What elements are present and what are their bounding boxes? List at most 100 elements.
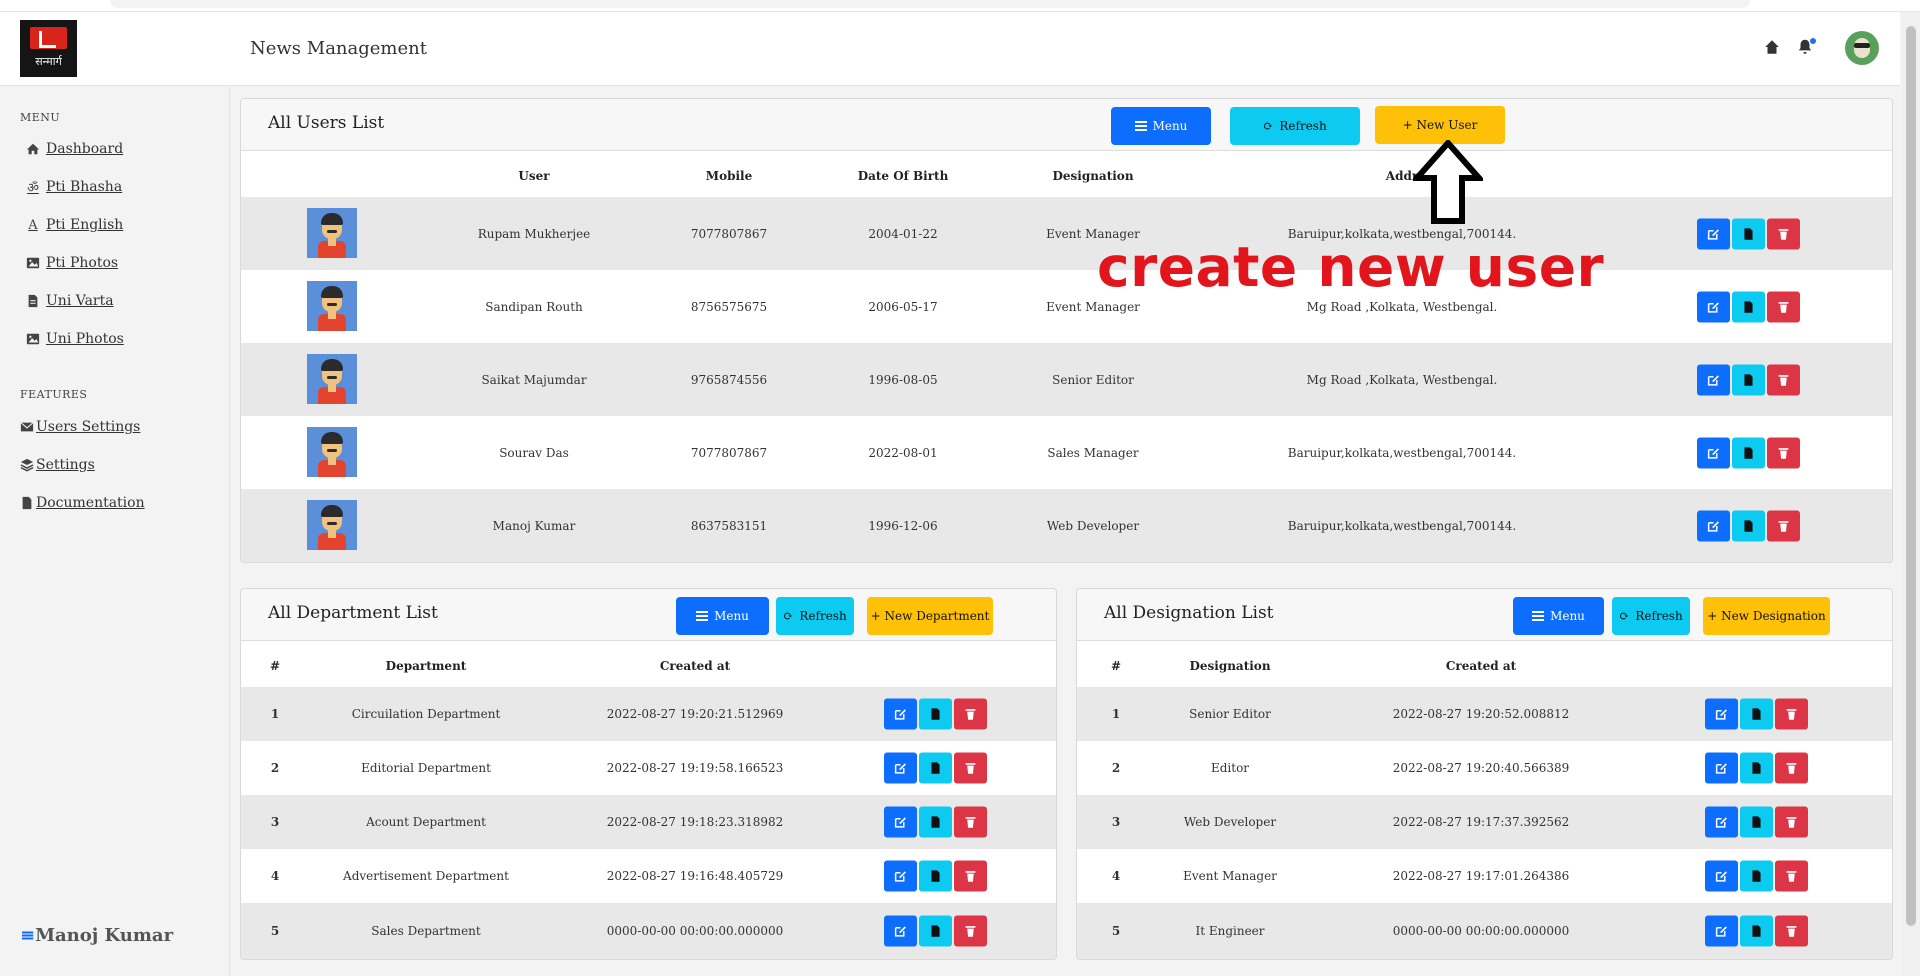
- row-actions: [1697, 510, 1800, 541]
- view-button[interactable]: [1740, 915, 1773, 947]
- refresh-icon: ⟳: [1619, 609, 1630, 623]
- row-actions: [884, 752, 987, 784]
- new-designation-button[interactable]: + New Designation: [1703, 597, 1830, 635]
- table-row: Saikat Majumdar 9765874556 1996-08-05 Se…: [241, 343, 1892, 416]
- edit-button[interactable]: [1697, 291, 1730, 322]
- sidebar-footer-user[interactable]: ≡Manoj Kumar: [20, 925, 173, 946]
- view-button[interactable]: [1740, 806, 1773, 838]
- edit-button[interactable]: [1705, 752, 1738, 784]
- trash-icon: [1786, 926, 1797, 937]
- delete-button[interactable]: [1775, 698, 1808, 730]
- card-header: All Designation List Menu ⟳ Refresh + New…: [1077, 589, 1892, 641]
- edit-button[interactable]: [1705, 860, 1738, 892]
- edit-button[interactable]: [1705, 915, 1738, 947]
- refresh-button[interactable]: ⟳ Refresh: [1230, 107, 1360, 145]
- edit-icon: [1715, 709, 1727, 720]
- delete-button[interactable]: [954, 915, 987, 947]
- edit-icon: [1715, 871, 1727, 882]
- view-button[interactable]: [1732, 218, 1765, 249]
- delete-button[interactable]: [1767, 364, 1800, 395]
- edit-button[interactable]: [884, 860, 917, 892]
- sidebar-item-uni-varta[interactable]: Uni Varta: [26, 293, 114, 309]
- delete-button[interactable]: [1775, 915, 1808, 947]
- address-bar[interactable]: [110, 0, 1750, 8]
- refresh-button[interactable]: ⟳ Refresh: [1612, 597, 1690, 635]
- edit-button[interactable]: [884, 806, 917, 838]
- edit-button[interactable]: [1697, 510, 1730, 541]
- row-number: 1: [270, 707, 280, 721]
- new-user-button[interactable]: + New User: [1375, 106, 1505, 144]
- sidebar-item-dashboard[interactable]: Dashboard: [26, 141, 123, 157]
- sidebar-item-users-settings[interactable]: Users Settings: [20, 419, 140, 435]
- created-at: 2022-08-27 19:20:40.566389: [1392, 761, 1570, 775]
- edit-button[interactable]: [1697, 218, 1730, 249]
- edit-button[interactable]: [1697, 364, 1730, 395]
- profile-avatar[interactable]: [1845, 31, 1879, 65]
- hamburger-icon: [1532, 611, 1545, 621]
- delete-button[interactable]: [954, 698, 987, 730]
- delete-button[interactable]: [1767, 218, 1800, 249]
- page-scrollbar[interactable]: [1902, 12, 1920, 976]
- user-name: Sandipan Routh: [485, 299, 583, 314]
- delete-button[interactable]: [1767, 437, 1800, 468]
- row-number: 2: [1111, 761, 1121, 775]
- view-button[interactable]: [919, 860, 952, 892]
- view-button[interactable]: [1732, 364, 1765, 395]
- home-settings-icon[interactable]: [1763, 38, 1781, 56]
- table-row: 4 Advertisement Department 2022-08-27 19…: [241, 849, 1056, 903]
- delete-button[interactable]: [1767, 291, 1800, 322]
- view-button[interactable]: [1740, 860, 1773, 892]
- menu-button[interactable]: Menu: [1111, 107, 1211, 145]
- department-name: Sales Department: [371, 924, 481, 938]
- trash-icon: [965, 817, 976, 828]
- edit-button[interactable]: [884, 752, 917, 784]
- edit-button[interactable]: [884, 915, 917, 947]
- edit-button[interactable]: [1697, 437, 1730, 468]
- hamburger-icon: ≡: [20, 925, 36, 946]
- menu-button[interactable]: Menu: [676, 597, 769, 635]
- delete-button[interactable]: [954, 806, 987, 838]
- row-actions: [884, 698, 987, 730]
- brand-logo[interactable]: सन्मार्ग: [20, 20, 77, 77]
- column-header: Created at: [659, 659, 731, 673]
- edit-button[interactable]: [884, 698, 917, 730]
- sidebar-item-pti-bhasha[interactable]: ॐ Pti Bhasha: [26, 179, 122, 196]
- sidebar-item-settings[interactable]: Settings: [20, 457, 95, 473]
- view-button[interactable]: [1732, 510, 1765, 541]
- menu-button[interactable]: Menu: [1513, 597, 1604, 635]
- view-button[interactable]: [1740, 698, 1773, 730]
- menu-button-label: Menu: [714, 609, 749, 623]
- edit-icon: [1707, 301, 1719, 313]
- sidebar-item-uni-photos[interactable]: Uni Photos: [26, 331, 124, 347]
- delete-button[interactable]: [1775, 806, 1808, 838]
- edit-icon: [894, 871, 906, 882]
- edit-button[interactable]: [1705, 698, 1738, 730]
- delete-button[interactable]: [1775, 752, 1808, 784]
- delete-button[interactable]: [954, 752, 987, 784]
- browser-chrome: [0, 0, 1920, 12]
- row-actions: [1705, 860, 1808, 892]
- sidebar-item-pti-english[interactable]: A Pti English: [26, 217, 123, 233]
- view-button[interactable]: [1732, 437, 1765, 468]
- view-button[interactable]: [919, 698, 952, 730]
- sidebar-item-documentation[interactable]: Documentation: [20, 495, 145, 511]
- new-department-button[interactable]: + New Department: [867, 597, 993, 635]
- edit-button[interactable]: [1705, 806, 1738, 838]
- delete-button[interactable]: [954, 860, 987, 892]
- view-button[interactable]: [1732, 291, 1765, 322]
- sidebar-item-pti-photos[interactable]: Pti Photos: [26, 255, 118, 271]
- view-button[interactable]: [919, 806, 952, 838]
- view-button[interactable]: [919, 915, 952, 947]
- trash-icon: [965, 709, 976, 720]
- delete-button[interactable]: [1767, 510, 1800, 541]
- view-button[interactable]: [919, 752, 952, 784]
- created-at: 2022-08-27 19:16:48.405729: [606, 869, 784, 883]
- scrollbar-thumb[interactable]: [1906, 26, 1916, 926]
- refresh-icon: ⟳: [1263, 119, 1274, 133]
- refresh-button[interactable]: ⟳ Refresh: [776, 597, 854, 635]
- view-button[interactable]: [1740, 752, 1773, 784]
- card-header: All Department List Menu ⟳ Refresh + New …: [241, 589, 1056, 641]
- row-number: 5: [1111, 924, 1121, 938]
- row-number: 3: [1111, 815, 1121, 829]
- delete-button[interactable]: [1775, 860, 1808, 892]
